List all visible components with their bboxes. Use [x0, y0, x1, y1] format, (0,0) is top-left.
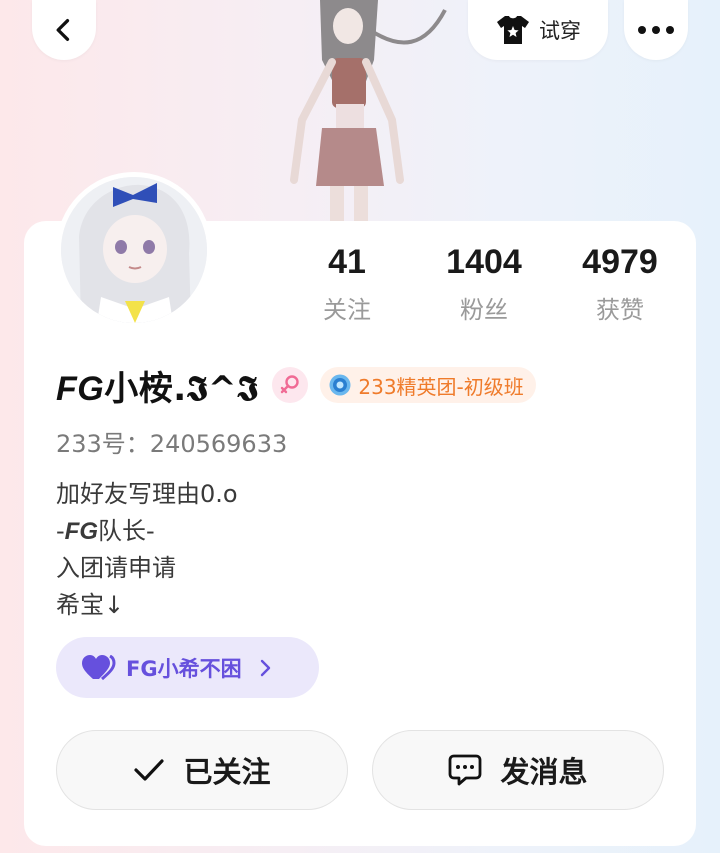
- fans-count: 1404: [446, 243, 522, 281]
- nickname-prefix: FG: [56, 369, 105, 408]
- gender-badge: [272, 367, 309, 403]
- chevron-left-icon: [56, 19, 70, 41]
- avatar[interactable]: [56, 172, 212, 328]
- bio-line: 希宝↓: [56, 591, 125, 619]
- avatar-image: [61, 177, 207, 323]
- more-button[interactable]: [624, 0, 688, 60]
- try-on-button[interactable]: 试穿: [468, 0, 608, 60]
- nickname-rest: 小桉.𝕴^𝕴: [104, 368, 259, 409]
- back-button[interactable]: [32, 0, 96, 60]
- stat-fans[interactable]: 1404 粉丝: [424, 240, 544, 325]
- send-message-button[interactable]: 发消息: [372, 730, 664, 810]
- character-figure: [290, 0, 447, 222]
- following-count: 41: [328, 243, 366, 281]
- try-on-label: 试穿: [539, 19, 581, 43]
- female-icon: [281, 375, 300, 394]
- bio: 加好友写理由0.o -FG队长- 入团请申请 希宝↓: [56, 476, 238, 624]
- heart-link-icon: [82, 654, 116, 680]
- team-badge-label: 233精英团-初级班: [358, 374, 524, 399]
- followed-button[interactable]: 已关注: [56, 730, 348, 810]
- more-dots-icon: [638, 26, 674, 34]
- likes-label: 获赞: [596, 296, 644, 324]
- check-icon: [134, 759, 165, 781]
- following-label: 关注: [323, 296, 371, 324]
- followed-label: 已关注: [183, 755, 271, 789]
- stat-following[interactable]: 41 关注: [287, 240, 407, 325]
- tshirt-icon: [497, 16, 529, 44]
- group-chip[interactable]: FG小希不困: [56, 637, 319, 698]
- team-medal-icon: [329, 374, 351, 396]
- group-chip-label: FG小希不困: [126, 656, 242, 681]
- send-message-label: 发消息: [500, 755, 588, 789]
- user-id[interactable]: 233号：240569633: [56, 424, 287, 459]
- bio-line: 入团请申请: [56, 554, 176, 582]
- chat-bubble-icon: [449, 754, 482, 786]
- nickname: FG小桉.𝕴^𝕴: [56, 361, 258, 410]
- profile-stats: 41 关注 1404 粉丝 4979 获赞: [280, 240, 700, 330]
- team-badge[interactable]: 233精英团-初级班: [320, 367, 536, 403]
- stat-likes[interactable]: 4979 获赞: [560, 240, 680, 325]
- bio-line: 加好友写理由0.o: [56, 480, 238, 508]
- fans-label: 粉丝: [460, 296, 508, 324]
- likes-count: 4979: [582, 243, 658, 281]
- name-row: FG小桉.𝕴^𝕴 233精英团-初级班: [56, 360, 536, 410]
- chevron-right-icon: [260, 659, 270, 676]
- bio-line: -FG队长-: [56, 517, 155, 545]
